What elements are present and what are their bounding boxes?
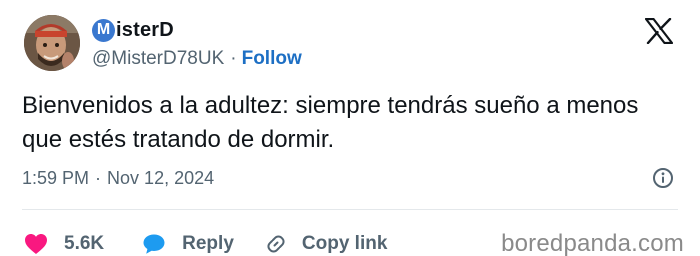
watermark: boredpanda.com bbox=[501, 230, 684, 256]
tweet-date[interactable]: Nov 12, 2024 bbox=[107, 168, 214, 189]
speech-bubble-icon bbox=[142, 233, 166, 255]
link-icon bbox=[264, 232, 288, 256]
copy-link-button[interactable]: Copy link bbox=[264, 232, 388, 256]
author-display-name[interactable]: isterD bbox=[116, 19, 174, 42]
reply-label: Reply bbox=[182, 233, 234, 254]
separator-dot: · bbox=[230, 48, 237, 69]
tweet-timestamp[interactable]: 1:59 PM · Nov 12, 2024 bbox=[22, 167, 214, 189]
tweet-text: Bienvenidos a la adultez: siempre tendrá… bbox=[22, 92, 639, 153]
author-name-row[interactable]: M isterD bbox=[92, 17, 174, 43]
follow-button[interactable]: Follow bbox=[242, 48, 302, 70]
like-button[interactable]: 5.6K bbox=[24, 233, 104, 255]
heart-icon bbox=[24, 233, 48, 255]
author-handle-row: @MisterD78UK · Follow bbox=[92, 48, 302, 70]
tweet-actions: 5.6K Reply Copy link bbox=[24, 232, 387, 256]
reply-button[interactable]: Reply bbox=[142, 233, 234, 255]
like-count: 5.6K bbox=[64, 233, 105, 254]
x-logo-icon[interactable] bbox=[644, 17, 674, 45]
avatar[interactable] bbox=[24, 15, 80, 71]
divider bbox=[22, 209, 678, 210]
author-handle[interactable]: @MisterD78UK bbox=[92, 48, 224, 70]
info-icon[interactable] bbox=[652, 167, 674, 189]
separator-dot: · bbox=[95, 167, 102, 188]
name-initial-badge: M bbox=[92, 18, 115, 42]
tweet-time[interactable]: 1:59 PM bbox=[22, 168, 89, 189]
copy-link-label: Copy link bbox=[301, 233, 388, 254]
